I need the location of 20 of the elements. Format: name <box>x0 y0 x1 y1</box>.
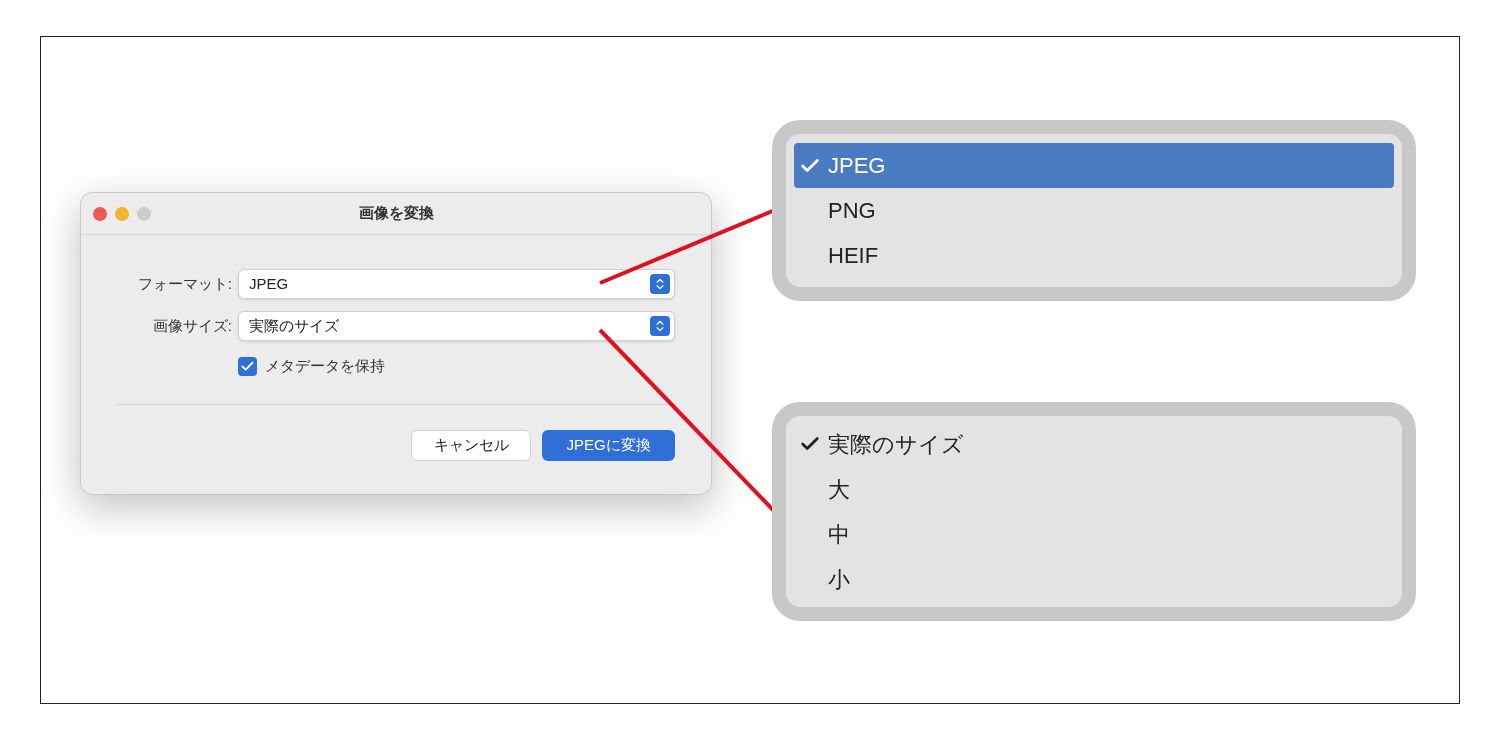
popup-button[interactable]: 実際のサイズ <box>238 311 675 341</box>
close-button[interactable] <box>93 206 107 221</box>
field-label: 画像サイズ: <box>151 315 232 336</box>
checkbox-label: メタデータを保持 <box>265 356 385 376</box>
chevrons-icon <box>650 316 670 336</box>
chevrons-icon <box>650 274 670 294</box>
popup-button[interactable]: JPEG <box>238 269 675 299</box>
menu-item[interactable]: 大 <box>794 466 1394 512</box>
convert-button[interactable]: JPEGに変換 <box>542 429 675 461</box>
window-title: 画像を変換 <box>358 203 434 224</box>
minimize-button[interactable] <box>115 206 129 221</box>
cancel-button[interactable]: キャンセル <box>411 429 531 461</box>
menu-item[interactable]: HEIF <box>794 233 1394 278</box>
menu-item[interactable]: 実際のサイズ <box>794 421 1394 467</box>
menu-item[interactable]: PNG <box>794 188 1394 233</box>
menu-item[interactable]: 中 <box>794 511 1394 557</box>
field-label: フォーマット: <box>136 273 232 294</box>
menu-item[interactable]: 小 <box>794 556 1394 602</box>
checkbox[interactable] <box>238 356 257 376</box>
menu-item[interactable]: JPEG <box>794 143 1394 188</box>
